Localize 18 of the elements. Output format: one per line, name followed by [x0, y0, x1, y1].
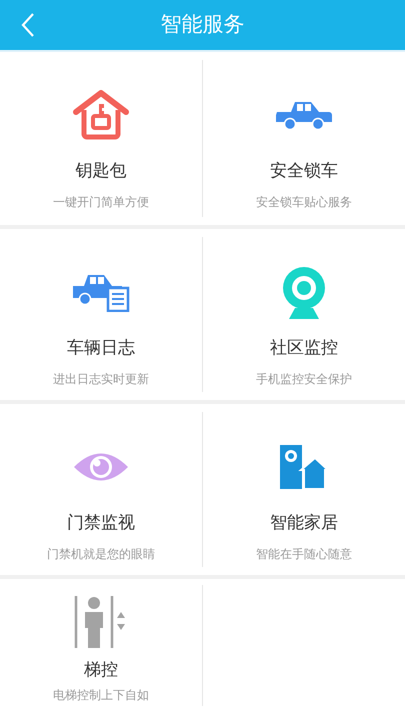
service-description: 一键开门简单方便 — [53, 194, 149, 210]
service-title[interactable]: 安全锁车 — [270, 160, 338, 182]
page-title: 智能服务 — [160, 12, 244, 38]
service-description: 智能在手随心随意 — [256, 546, 352, 562]
service-title[interactable]: 钥匙包 — [76, 160, 126, 182]
service-description: 手机监控安全保护 — [256, 371, 352, 387]
service-title[interactable]: 社区监控 — [270, 337, 338, 359]
car-document-icon — [72, 272, 130, 312]
service-description: 进出日志实时更新 — [53, 371, 149, 387]
service-title[interactable]: 车辆日志 — [67, 337, 135, 359]
service-title[interactable]: 智能家居 — [270, 512, 338, 534]
service-description: 门禁机就是您的眼睛 — [47, 546, 155, 562]
service-title[interactable]: 门禁监视 — [67, 512, 135, 534]
back-icon — [21, 12, 35, 38]
service-description: 电梯控制上下自如 — [53, 687, 149, 703]
service-description: 安全锁车贴心服务 — [256, 194, 352, 210]
house-lock-icon — [72, 90, 130, 140]
service-title[interactable]: 梯控 — [84, 659, 118, 681]
